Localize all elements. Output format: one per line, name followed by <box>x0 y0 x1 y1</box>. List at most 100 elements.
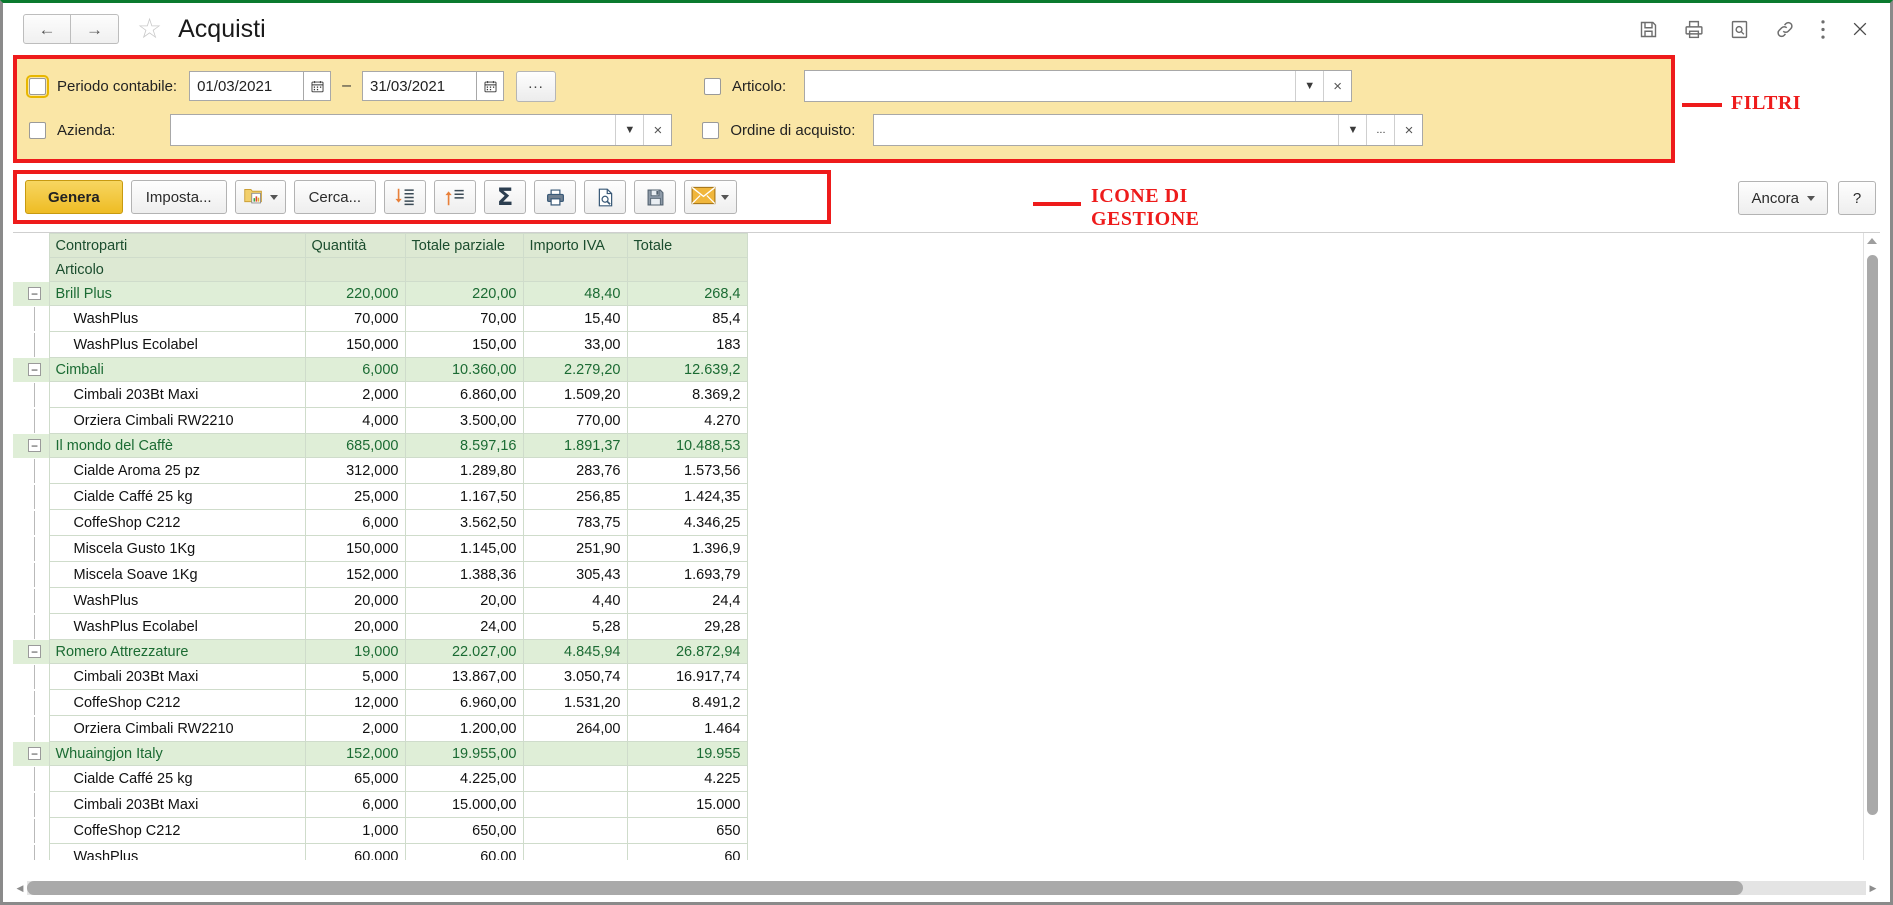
print-icon[interactable] <box>1683 19 1705 40</box>
close-icon[interactable] <box>1850 19 1870 39</box>
column-header-total[interactable]: Totale <box>626 233 748 258</box>
table-row[interactable]: WashPlus Ecolabel 150,000 150,00 33,00 183 <box>13 331 748 358</box>
settings-button[interactable]: Imposta... <box>130 180 227 214</box>
group-collapse-icon[interactable]: − <box>28 645 41 658</box>
table-row[interactable]: Cialde Caffé 25 kg 25,000 1.167,50 256,85 1.… <box>13 483 748 510</box>
purchase-order-combobox[interactable]: ▼ ... × <box>873 114 1424 146</box>
table-row[interactable]: Cialde Caffé 25 kg 65,000 4.225,00 4.225 <box>13 765 748 792</box>
scroll-up-arrow-icon[interactable] <box>1867 238 1877 244</box>
table-row[interactable]: Cimbali 203Bt Maxi 5,000 13.867,00 3.050,74… <box>13 663 748 690</box>
group-collapse-icon[interactable]: − <box>28 287 41 300</box>
company-input[interactable] <box>171 115 616 145</box>
period-more-button[interactable]: ... <box>516 70 556 102</box>
period-from-input[interactable]: 01/03/2021 <box>189 71 305 101</box>
article-combobox[interactable]: ▼ × <box>804 70 1353 102</box>
filtri-annotation-label: FILTRI <box>1731 92 1802 114</box>
more-options-icon[interactable] <box>1820 19 1826 40</box>
more-button[interactable]: Ancora <box>1738 181 1828 215</box>
column-header-vat[interactable]: Importo IVA <box>522 233 628 258</box>
article-dropdown-icon[interactable]: ▼ <box>1295 71 1324 101</box>
vertical-scrollbar[interactable] <box>1863 233 1880 860</box>
purchase-order-more-button[interactable]: ... <box>1366 115 1395 145</box>
row-name-cell: Cimbali 203Bt Maxi <box>48 381 306 408</box>
table-group-row[interactable]: − Romero Attrezzature 19,000 22.027,00 4.845… <box>13 639 748 664</box>
table-row[interactable]: Cialde Aroma 25 pz 312,000 1.289,80 283,76 1… <box>13 457 748 484</box>
purchase-order-clear-icon[interactable]: × <box>1394 115 1423 145</box>
vertical-scroll-thumb[interactable] <box>1867 255 1878 815</box>
table-group-row[interactable]: − Cimbali 6,000 10.360,00 2.279,20 12.639,2 <box>13 357 748 382</box>
table-row[interactable]: CoffeShop C212 12,000 6.960,00 1.531,20 8.49… <box>13 689 748 716</box>
period-to-input[interactable]: 31/03/2021 <box>362 71 477 101</box>
table-row[interactable]: Cimbali 203Bt Maxi 6,000 15.000,00 15.000 <box>13 791 748 818</box>
table-row[interactable]: Miscela Gusto 1Kg 150,000 1.145,00 251,90 1.… <box>13 535 748 562</box>
table-row[interactable]: Orziera Cimbali RW2210 2,000 1.200,00 264,0… <box>13 715 748 742</box>
preview-button[interactable] <box>584 180 627 214</box>
article-input[interactable] <box>805 71 1296 101</box>
forward-button[interactable]: → <box>71 14 119 44</box>
generate-button[interactable]: Genera <box>25 180 123 214</box>
group-collapse-icon[interactable]: − <box>28 363 41 376</box>
column-header-subtotal[interactable]: Totale parziale <box>404 233 524 258</box>
mail-button[interactable] <box>684 180 738 214</box>
row-guide-cell <box>13 613 49 640</box>
save-icon[interactable] <box>1638 19 1659 40</box>
purchase-order-input[interactable] <box>874 115 1339 145</box>
back-button[interactable]: ← <box>23 14 71 44</box>
table-row[interactable]: CoffeShop C212 1,000 650,00 650 <box>13 817 748 844</box>
row-vat-cell: 305,43 <box>522 561 628 588</box>
table-row[interactable]: Cimbali 203Bt Maxi 2,000 6.860,00 1.509,20 8… <box>13 381 748 408</box>
horizontal-scroll-track[interactable] <box>27 881 1866 895</box>
table-row[interactable]: CoffeShop C212 6,000 3.562,50 783,75 4.346,2… <box>13 509 748 536</box>
horizontal-scroll-thumb[interactable] <box>27 881 1743 895</box>
purchase-order-checkbox[interactable] <box>702 121 720 139</box>
group-guide-line <box>34 716 35 741</box>
company-combobox[interactable]: ▼ × <box>170 114 673 146</box>
table-row[interactable]: WashPlus 60,000 60,00 60 <box>13 843 748 860</box>
row-subtotal-cell: 650,00 <box>404 817 524 844</box>
report-folder-button[interactable] <box>234 180 286 214</box>
purchase-order-dropdown-icon[interactable]: ▼ <box>1338 115 1367 145</box>
print-button[interactable] <box>534 180 577 214</box>
article-checkbox[interactable] <box>704 77 721 95</box>
group-collapse-icon[interactable]: − <box>28 747 41 760</box>
horizontal-scrollbar[interactable]: ◀ ▶ <box>13 878 1880 898</box>
period-to-calendar-icon[interactable] <box>477 71 504 101</box>
group-quantity-cell: 220,000 <box>304 281 406 306</box>
table-row[interactable]: Orziera Cimbali RW2210 4,000 3.500,00 770,0… <box>13 407 748 434</box>
column-header-counterparts[interactable]: Controparti <box>48 233 306 258</box>
table-row[interactable]: WashPlus Ecolabel 20,000 24,00 5,28 29,28 <box>13 613 748 640</box>
row-quantity-cell: 12,000 <box>304 689 406 716</box>
group-total-cell: 10.488,53 <box>626 433 748 458</box>
sort-ascending-button[interactable] <box>434 180 477 214</box>
table-row[interactable]: WashPlus 20,000 20,00 4,40 24,4 <box>13 587 748 614</box>
print-preview-icon[interactable] <box>1729 19 1750 40</box>
scroll-right-arrow-icon[interactable]: ▶ <box>1866 883 1880 894</box>
help-button[interactable]: ? <box>1838 181 1876 215</box>
group-guide-line <box>34 332 35 357</box>
company-dropdown-icon[interactable]: ▼ <box>615 115 644 145</box>
table-row[interactable]: WashPlus 70,000 70,00 15,40 85,4 <box>13 305 748 332</box>
row-quantity-cell: 312,000 <box>304 457 406 484</box>
row-total-cell: 8.369,2 <box>626 381 748 408</box>
period-from-calendar-icon[interactable] <box>304 71 332 101</box>
row-name-cell: Cialde Aroma 25 pz <box>48 457 306 484</box>
sum-button[interactable]: Σ <box>484 180 527 214</box>
favorite-star-icon[interactable]: ☆ <box>137 15 162 43</box>
table-group-row[interactable]: − Il mondo del Caffè 685,000 8.597,16 1.891,… <box>13 433 748 458</box>
table-body: − Brill Plus 220,000 220,00 48,40 268,4 WashPl… <box>13 281 748 860</box>
article-clear-icon[interactable]: × <box>1323 71 1352 101</box>
table-row[interactable]: Miscela Soave 1Kg 152,000 1.388,36 305,43 1.… <box>13 561 748 588</box>
company-checkbox[interactable] <box>29 121 46 139</box>
table-group-row[interactable]: − Brill Plus 220,000 220,00 48,40 268,4 <box>13 281 748 306</box>
sort-descending-button[interactable] <box>384 180 427 214</box>
search-button[interactable]: Cerca... <box>293 180 377 214</box>
period-checkbox[interactable] <box>26 74 49 98</box>
group-collapse-icon[interactable]: − <box>28 439 41 452</box>
link-icon[interactable] <box>1774 19 1796 40</box>
table-group-row[interactable]: − Whuaingjon Italy 152,000 19.955,00 19.955 <box>13 741 748 766</box>
save-button[interactable] <box>634 180 677 214</box>
company-clear-icon[interactable]: × <box>643 115 672 145</box>
row-subtotal-cell: 150,00 <box>404 331 524 358</box>
scroll-left-arrow-icon[interactable]: ◀ <box>13 883 27 894</box>
column-header-quantity[interactable]: Quantità <box>304 233 406 258</box>
